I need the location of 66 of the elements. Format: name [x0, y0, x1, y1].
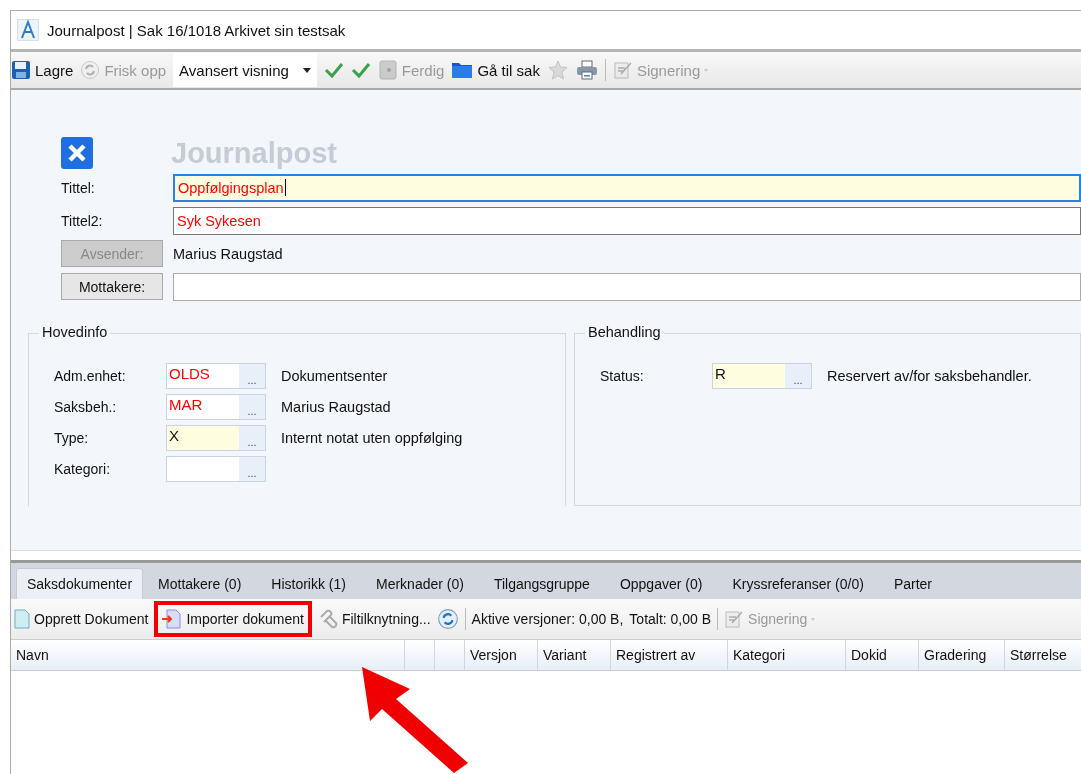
- size-info: Aktive versjoner: 0,00 B,: [471, 611, 624, 627]
- input-field[interactable]: Oppfølgingsplan: [173, 173, 1081, 202]
- tab[interactable]: Historikk (1): [256, 569, 361, 599]
- refresh-icon: [80, 60, 101, 80]
- tab[interactable]: Tilgangsgruppe: [478, 569, 605, 599]
- column-header[interactable]: Registrert av: [611, 640, 728, 670]
- field-label: Tittel:: [61, 179, 96, 196]
- column-header[interactable]: Størrelse: [1005, 640, 1081, 670]
- check-icon[interactable]: [323, 61, 344, 79]
- tab[interactable]: Merknader (0): [361, 569, 479, 599]
- field-description: Marius Raugstad: [281, 398, 391, 415]
- tab[interactable]: Saksdokumenter: [16, 568, 144, 599]
- column-header[interactable]: Gradering: [919, 640, 1005, 670]
- field-label: Type:: [54, 429, 90, 446]
- field-label: Kategori:: [54, 460, 112, 477]
- view-dropdown[interactable]: Avansert visning: [173, 53, 317, 87]
- dropdown-caret-icon: [302, 67, 311, 73]
- sender-name: Marius Raugstad: [173, 245, 283, 262]
- import-document-icon: [162, 609, 183, 629]
- size-info: Totalt: 0,00 B: [629, 611, 712, 627]
- input-field[interactable]: Syk Sykesen: [173, 206, 1081, 235]
- field-label: Tittel2:: [61, 212, 104, 229]
- column-header[interactable]: Dokid: [846, 640, 919, 670]
- group-title: Hovedinfo: [39, 324, 111, 340]
- refresh-icon[interactable]: [436, 608, 459, 630]
- lookup-button[interactable]: ...: [239, 425, 265, 450]
- input-field[interactable]: [173, 272, 1081, 301]
- column-header[interactable]: Kategori: [728, 640, 846, 670]
- tab[interactable]: Kryssreferanser (0/0): [717, 569, 879, 599]
- lookup-field[interactable]: ...: [166, 455, 266, 482]
- field-description: Internt notat uten oppfølging: [281, 429, 463, 446]
- group-title: Behandling: [585, 324, 664, 340]
- print-icon[interactable]: [575, 60, 598, 80]
- column-header[interactable]: Versjon: [465, 640, 538, 670]
- open-case-button[interactable]: Gå til sak: [451, 60, 540, 80]
- recipients-button[interactable]: Mottakere:: [61, 273, 163, 300]
- safe-icon: [377, 60, 398, 80]
- field-description: Reservert av/for saksbehandler.: [827, 367, 1032, 384]
- lookup-button[interactable]: ...: [785, 363, 811, 388]
- column-header[interactable]: Variant: [538, 640, 611, 670]
- create-document-button[interactable]: Opprett Dokument: [14, 609, 149, 629]
- tab[interactable]: Mottakere (0): [143, 569, 257, 599]
- tab[interactable]: Oppgaver (0): [604, 569, 718, 599]
- lookup-button[interactable]: ...: [239, 363, 265, 388]
- close-icon[interactable]: [61, 137, 93, 169]
- window-title: Journalpost | Sak 16/1018 Arkivet sin testsak: [47, 21, 346, 39]
- lookup-field[interactable]: MAR ...: [166, 393, 266, 420]
- lookup-field[interactable]: R ...: [712, 362, 812, 389]
- field-label: Adm.enhet:: [54, 367, 127, 384]
- field-label: Status:: [600, 367, 645, 384]
- lookup-field[interactable]: X ...: [166, 424, 266, 451]
- letter-a-icon: [17, 19, 39, 41]
- folder-icon: [451, 60, 474, 80]
- lookup-button[interactable]: ...: [239, 456, 265, 481]
- lookup-button[interactable]: ...: [239, 394, 265, 419]
- file-link-button[interactable]: Filtilknytning...: [317, 609, 431, 629]
- signature-document-icon: [612, 60, 633, 80]
- check-icon[interactable]: [350, 61, 371, 79]
- field-description: Dokumentsenter: [281, 367, 388, 384]
- save-button[interactable]: Lagre: [11, 60, 74, 80]
- import-document-button[interactable]: Importer dokument: [162, 609, 304, 629]
- lookup-field[interactable]: OLDS ...: [166, 362, 266, 389]
- field-label: Saksbeh.:: [54, 398, 118, 415]
- document-icon: [14, 609, 30, 629]
- signature-document-icon: [724, 609, 745, 629]
- tab[interactable]: Parter: [878, 569, 947, 599]
